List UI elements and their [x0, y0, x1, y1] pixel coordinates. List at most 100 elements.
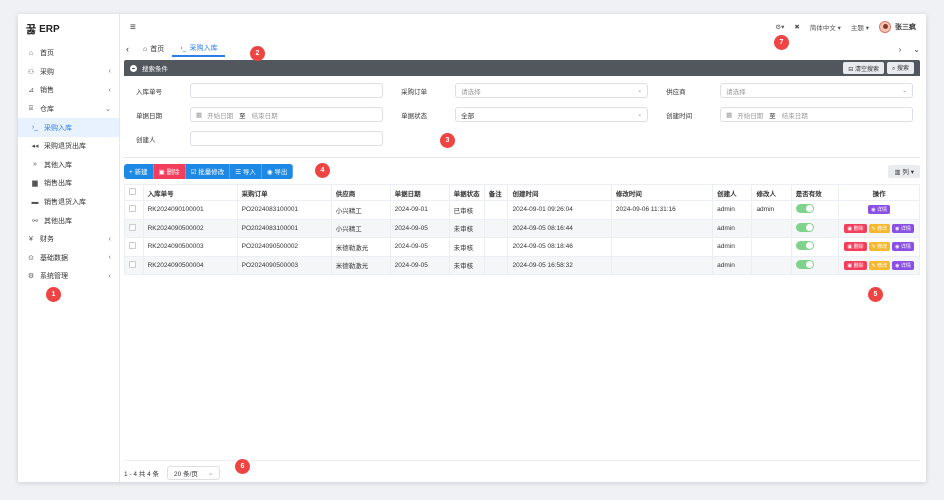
column-header[interactable]: 采购订单 — [236, 184, 332, 201]
search-button[interactable]: ⌕ 搜索 — [886, 62, 914, 74]
cell-no: RK2024090500003 — [142, 237, 238, 257]
label-creator: 创建人 — [136, 136, 156, 144]
sidebar-item[interactable]: ⚇ 采购 ‹ — [18, 63, 119, 82]
row-edit-button[interactable]: ✎ 修改 — [868, 260, 891, 270]
username[interactable]: 张三疯 — [895, 22, 916, 32]
sidebar: 꿇 ERP ⌂ 首页 ⚇ 采购 ‹ ⊿ 销售 ‹ ⌸ 仓库 ⌄ ›_ 采购入库 ◂◂ 采购退货出库 » 其他入库… — [18, 14, 120, 482]
column-header[interactable]: 修改人 — [751, 184, 792, 201]
inbound-no-input[interactable] — [190, 83, 384, 98]
delete-button[interactable]: ▣ 删除 — [153, 163, 186, 179]
column-header[interactable]: 修改时间 — [610, 184, 714, 201]
annotation-badge-4: 4 — [315, 163, 330, 178]
sidebar-item[interactable]: ◂◂ 采购退货出库 — [18, 137, 119, 156]
select-all-cell[interactable] — [124, 184, 144, 201]
po-select[interactable]: 请选择 ⌄ — [455, 83, 649, 98]
doc-status-select[interactable]: 全部 ⌄ — [455, 107, 649, 122]
gear-icon[interactable]: ⚙▾ — [775, 23, 784, 31]
tab-purchase-inbound[interactable]: ›_ 采购入库 — [172, 41, 226, 57]
column-header[interactable]: 单据日期 — [389, 184, 450, 201]
sidebar-item[interactable]: ⚯ 其他出库 — [18, 211, 119, 230]
search-form: 入库单号 采购订单 请选择 ⌄ 供应商 请选择 ⌄ 单据日期 ▦ 开始日期 至 … — [124, 76, 920, 158]
valid-toggle[interactable] — [795, 222, 814, 232]
column-header[interactable]: 是否有效 — [790, 184, 840, 201]
column-header[interactable]: 供应商 — [330, 184, 391, 201]
search-panel-header[interactable]: 搜索条件 ⊟ 清空搜索 ⌕ 搜索 — [124, 60, 920, 76]
detail-button[interactable]: ◉ 详情 — [892, 223, 914, 233]
clear-search-button[interactable]: ⊟ 清空搜索 — [843, 62, 884, 74]
row-select-cell[interactable] — [124, 218, 144, 238]
sidebar-item[interactable]: » 其他入库 — [18, 156, 119, 175]
doc-date-range[interactable]: ▦ 开始日期 至 结束日期 — [190, 107, 384, 122]
row-checkbox[interactable] — [129, 242, 136, 250]
sidebar-item-label: 销售出库 — [44, 180, 72, 188]
column-header[interactable]: 单据状态 — [448, 184, 485, 201]
row-checkbox[interactable] — [129, 260, 136, 268]
tabs-scroll-right-icon[interactable]: › — [899, 45, 902, 54]
sidebar-item-label: 其他入库 — [44, 161, 72, 169]
row-select-cell[interactable] — [124, 200, 144, 220]
columns-button[interactable]: ▥ 列 ▾ — [888, 164, 920, 178]
valid-toggle[interactable] — [795, 204, 814, 214]
collapse-icon[interactable] — [130, 64, 137, 72]
column-header[interactable]: 创建人 — [712, 184, 753, 201]
language-select[interactable]: 简体中文 ▾ — [810, 22, 841, 32]
valid-toggle[interactable] — [795, 259, 814, 269]
batch-edit-button[interactable]: ☑ 批量修改 — [185, 163, 231, 179]
row-delete-button[interactable]: ▣ 删除 — [844, 223, 867, 233]
sidebar-item[interactable]: ⌂ 首页 — [18, 44, 119, 63]
sidebar-item[interactable]: ⌸ 仓库 ⌄ — [18, 100, 119, 119]
tabs-scroll-left-icon[interactable]: ‹ — [126, 44, 129, 54]
avatar[interactable] — [879, 21, 891, 33]
cell-date: 2024-09-05 — [389, 218, 450, 238]
label-inbound-no: 入库单号 — [136, 88, 162, 96]
sidebar-item[interactable]: ▬ 销售退货入库 — [18, 193, 119, 212]
select-all-checkbox[interactable] — [129, 188, 136, 195]
tab-home[interactable]: ⌂ 首页 — [135, 41, 172, 57]
sidebar-item[interactable]: ▆ 销售出库 — [18, 174, 119, 193]
tabs-menu-icon[interactable]: ⌄ — [913, 45, 920, 54]
row-delete-button[interactable]: ▣ 删除 — [844, 260, 867, 270]
row-select-cell[interactable] — [124, 237, 144, 257]
sidebar-item[interactable]: ¥ 财务 ‹ — [18, 230, 119, 249]
row-edit-button[interactable]: ✎ 修改 — [868, 242, 891, 252]
menu-toggle-icon[interactable]: ≡ — [130, 22, 136, 33]
sidebar-item[interactable]: ⊿ 销售 ‹ — [18, 81, 119, 100]
column-header[interactable]: 创建时间 — [507, 184, 612, 201]
sidebar-item[interactable]: ›_ 采购入库 — [18, 118, 119, 137]
sidebar-item-icon: » — [33, 161, 37, 169]
creator-input[interactable] — [190, 131, 384, 146]
created-time-range[interactable]: ▦ 开始日期 至 结束日期 — [720, 107, 914, 122]
table-row[interactable]: RK2024090500003 PO2024090500002 米德勒激光 2024-… — [124, 237, 920, 257]
theme-select[interactable]: 主题 ▾ — [851, 22, 869, 32]
column-header[interactable]: 操作 — [838, 184, 920, 201]
cell-valid — [790, 255, 840, 275]
column-header[interactable]: 备注 — [483, 184, 509, 201]
table-row[interactable]: RK2024090500004 PO2024090500003 米德勒激光 2024-… — [124, 255, 920, 275]
valid-toggle[interactable] — [795, 241, 814, 251]
import-button[interactable]: ☰ 导入 — [230, 163, 262, 179]
row-select-cell[interactable] — [124, 255, 144, 275]
cell-created: 2024-09-05 16:58:32 — [507, 255, 612, 275]
detail-button[interactable]: ◉ 详情 — [868, 205, 891, 215]
table-row[interactable]: RK2024090100001 PO2024083100001 小兴精工 2024-0… — [124, 200, 920, 220]
supplier-select[interactable]: 请选择 ⌄ — [720, 83, 914, 98]
annotation-badge-1: 1 — [46, 287, 61, 302]
page-size-select[interactable]: 20 条/页 ⌄ — [167, 465, 221, 480]
fullscreen-icon[interactable]: ✖ — [794, 23, 799, 31]
column-header[interactable]: 入库单号 — [142, 184, 238, 201]
sidebar-item-icon: ⚯ — [32, 217, 38, 225]
row-edit-button[interactable]: ✎ 修改 — [868, 223, 891, 233]
detail-button[interactable]: ◉ 详情 — [892, 260, 914, 270]
sidebar-item-label: 基础数据 — [40, 254, 68, 262]
sidebar-item[interactable]: ⊙ 基础数据 ‹ — [18, 249, 119, 268]
row-checkbox[interactable] — [129, 223, 136, 231]
row-delete-button[interactable]: ▣ 删除 — [844, 242, 867, 252]
new-button[interactable]: + 新建 — [124, 163, 154, 179]
table-row[interactable]: RK2024090500002 PO2024083100001 小兴精工 2024-0… — [124, 218, 920, 238]
export-button[interactable]: ◉ 导出 — [261, 163, 294, 179]
row-checkbox[interactable] — [129, 205, 136, 213]
sidebar-item-icon: ◂◂ — [31, 143, 39, 151]
cell-supplier: 小兴精工 — [330, 218, 391, 238]
sidebar-item[interactable]: ⚙ 系统管理 ‹ — [18, 267, 119, 286]
detail-button[interactable]: ◉ 详情 — [892, 242, 914, 252]
